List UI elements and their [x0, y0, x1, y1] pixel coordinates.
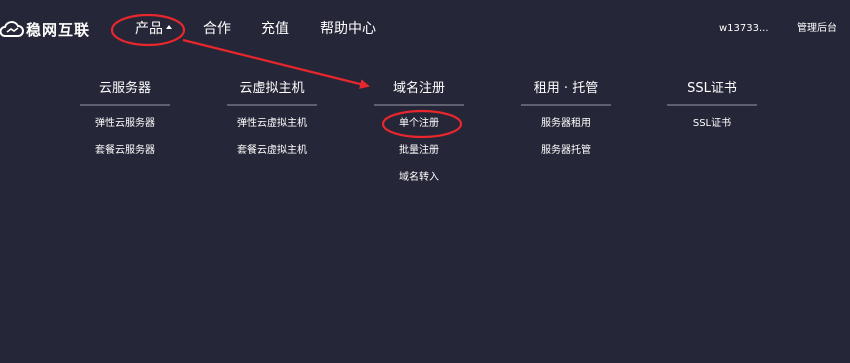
user-account-link[interactable]: w13733...	[719, 21, 769, 37]
menu-link-server-hosting[interactable]: 服务器托管	[521, 143, 611, 159]
menu-link-elastic-virtual-host[interactable]: 弹性云虚拟主机	[227, 116, 317, 132]
nav-item-label: 产品	[135, 21, 163, 37]
menu-column-title: SSL证书	[687, 81, 737, 96]
menu-column-title: 域名注册	[392, 81, 445, 96]
menu-link-server-rental[interactable]: 服务器租用	[521, 116, 611, 132]
brand-logo[interactable]: 稳网互联	[0, 14, 90, 44]
cloud-icon	[0, 18, 24, 40]
nav-item-products[interactable]: 产品	[135, 19, 172, 39]
menu-column-virtual-host: 云虚拟主机 弹性云虚拟主机 套餐云虚拟主机	[227, 79, 317, 170]
menu-link-ssl-certificate[interactable]: SSL证书	[667, 116, 757, 132]
menu-link-domain-transfer[interactable]: 域名转入	[374, 170, 464, 186]
menu-column-domain-registration: 域名注册 单个注册 批量注册 域名转入	[374, 79, 464, 197]
nav-item-label: 充值	[261, 21, 289, 37]
column-divider	[667, 104, 757, 106]
column-divider	[227, 104, 317, 106]
brand-name: 稳网互联	[26, 20, 91, 39]
menu-column-title: 云虚拟主机	[239, 81, 305, 96]
menu-link-elastic-cloud-server[interactable]: 弹性云服务器	[80, 116, 170, 132]
menu-column-title: 租用 · 托管	[533, 81, 599, 96]
column-divider	[374, 104, 464, 106]
nav-item-cooperation[interactable]: 合作	[203, 19, 231, 39]
top-navigation-bar: 稳网互联 产品 合作 充值 帮助中心 w13733... 管理后台	[0, 0, 850, 60]
nav-item-label: 合作	[203, 21, 231, 37]
menu-column-rental-hosting: 租用 · 托管 服务器租用 服务器托管	[521, 79, 611, 170]
menu-column-cloud-server: 云服务器 弹性云服务器 套餐云服务器	[80, 79, 170, 170]
menu-link-single-registration[interactable]: 单个注册	[374, 116, 464, 132]
caret-up-icon	[166, 25, 172, 29]
admin-console-link[interactable]: 管理后台	[797, 21, 837, 37]
nav-item-label: 帮助中心	[320, 21, 376, 37]
menu-column-title: 云服务器	[98, 81, 151, 96]
column-divider	[521, 104, 611, 106]
nav-item-recharge[interactable]: 充值	[261, 19, 289, 39]
nav-item-help-center[interactable]: 帮助中心	[320, 19, 376, 39]
menu-column-ssl-certificate: SSL证书 SSL证书	[667, 79, 757, 143]
column-divider	[80, 104, 170, 106]
menu-link-package-cloud-server[interactable]: 套餐云服务器	[80, 143, 170, 159]
menu-link-package-virtual-host[interactable]: 套餐云虚拟主机	[227, 143, 317, 159]
menu-link-batch-registration[interactable]: 批量注册	[374, 143, 464, 159]
